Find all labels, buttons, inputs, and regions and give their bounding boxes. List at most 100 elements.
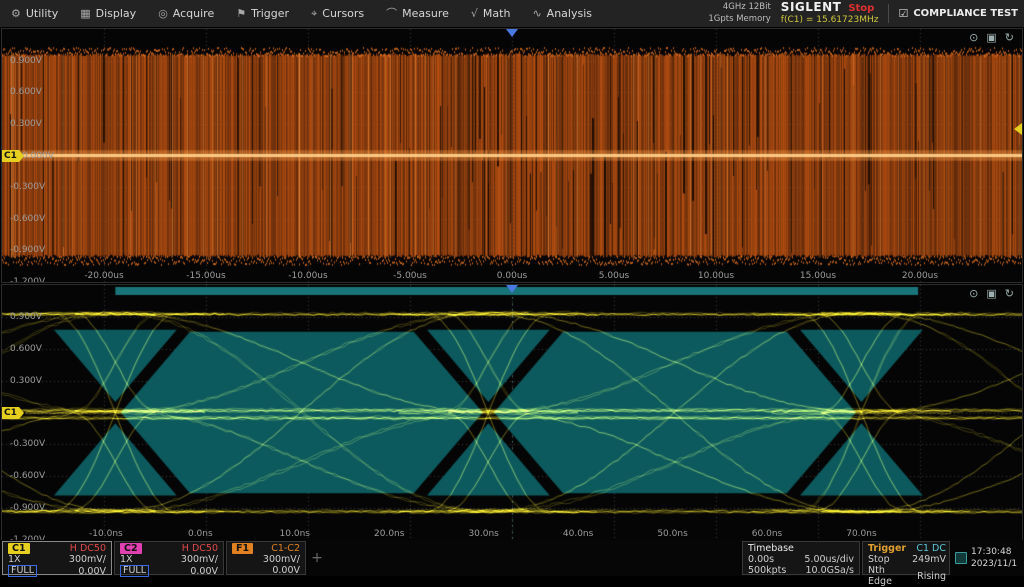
menu-measure[interactable]: ⌒Measure [375, 0, 460, 27]
menu-analysis[interactable]: ∿ Analysis [521, 0, 603, 27]
date-text: 2023/11/1 [971, 559, 1017, 569]
monitor-icon [955, 552, 967, 564]
reset-icon[interactable]: ↻ [1005, 31, 1014, 44]
memory-spec: 1Gpts Memory [708, 14, 770, 25]
c2-bandwidth: FULL [120, 565, 149, 577]
math-f1-box[interactable]: F1 C1-C2 300mV/ 0.00V [226, 541, 306, 575]
checklist-icon: ☑ [898, 7, 908, 20]
x-tick-label: 30.0ns [468, 529, 498, 539]
c1-coupling: H DC50 [43, 543, 106, 554]
c1-channel-marker[interactable]: C1 [2, 407, 19, 419]
acquire-icon: ◎ [158, 8, 168, 19]
add-trace-button[interactable]: + [308, 541, 326, 575]
math-icon: √ [471, 8, 478, 19]
brand-logo: SIGLENT [781, 1, 842, 15]
scope-specs: 4GHz 12Bit 1Gpts Memory [708, 2, 770, 24]
x-tick-label: 5.00us [599, 271, 629, 281]
waveform-canvas[interactable] [2, 29, 1022, 282]
x-tick-label: 0.0ns [188, 529, 213, 539]
acquisition-status[interactable]: Stop [848, 3, 874, 15]
x-tick-label: 20.0ns [374, 529, 404, 539]
c2-chip: C2 [120, 543, 142, 554]
snapshot-icon[interactable]: ⊙ [969, 31, 978, 44]
timebase-delay: 0.00s [748, 554, 794, 565]
f1-source: C1-C2 [259, 543, 300, 554]
y-tick-label: 0.900V [10, 312, 42, 322]
statusbar-spacer [328, 541, 740, 575]
analysis-icon: ∿ [532, 8, 541, 19]
trigger-frequency-readout: f(C1) = 15.61723MHz [781, 15, 879, 25]
panel-toolbar: ⊙ ▣ ↻ [969, 287, 1014, 300]
f1-chip: F1 [232, 543, 253, 554]
timebase-points: 500kpts [748, 565, 794, 576]
x-tick-label: 50.0ns [657, 529, 687, 539]
x-tick-label: -10.00us [288, 271, 327, 281]
menu-label: Acquire [173, 7, 214, 20]
snapshot-icon[interactable]: ⊙ [969, 287, 978, 300]
channel-c1-box[interactable]: C1 H DC50 1X 300mV/ FULL 0.00V [2, 541, 112, 575]
trigger-type: Nth Edge [868, 565, 906, 587]
y-tick-label: -0.900V [10, 503, 45, 513]
menu-utility[interactable]: ⚙ Utility [0, 0, 69, 27]
menu-trigger[interactable]: ⚑Trigger [225, 0, 300, 27]
c1-scale: 300mV/ [43, 554, 106, 565]
c1-channel-marker[interactable]: C1 [2, 150, 19, 162]
trigger-slope: Rising [912, 571, 946, 582]
brand-block: SIGLENT Stop f(C1) = 15.61723MHz [781, 1, 879, 25]
y-tick-label: 0.600V [10, 344, 42, 354]
eye-diagram-panel: 0.900V0.600V0.300V-0.300V-0.600V-0.900V-… [1, 284, 1023, 541]
c2-coupling: H DC50 [155, 543, 218, 554]
compliance-test-button[interactable]: ☑ COMPLIANCE TEST [888, 4, 1018, 23]
menu-label: Utility [26, 7, 58, 20]
menu-cursors[interactable]: ⌖ Cursors [300, 0, 375, 27]
x-tick-label: 40.0ns [563, 529, 593, 539]
display-icon: ▦ [80, 8, 90, 19]
f1-scale: 300mV/ [259, 554, 300, 565]
compliance-test-label: COMPLIANCE TEST [913, 8, 1018, 19]
menu-label: Analysis [547, 7, 592, 20]
fullscreen-icon[interactable]: ▣ [986, 31, 996, 44]
cursors-icon: ⌖ [311, 8, 317, 19]
c2-scale: 300mV/ [155, 554, 218, 565]
x-tick-label: 20.00us [902, 271, 938, 281]
eye-diagram-canvas[interactable] [2, 285, 1022, 540]
c1-chip: C1 [8, 543, 30, 554]
timebase-sample-rate: 10.0GSa/s [800, 565, 854, 576]
y-tick-label: -0.600V [10, 471, 45, 481]
x-tick-label: 10.00us [698, 271, 734, 281]
x-tick-label: -15.00us [186, 271, 225, 281]
time-text: 17:30:48 [971, 547, 1011, 557]
utility-icon: ⚙ [11, 8, 21, 19]
menu-label: Cursors [322, 7, 364, 20]
menubar-right: 4GHz 12Bit 1Gpts Memory SIGLENT Stop f(C… [708, 0, 1024, 27]
menu-items: ⚙ Utility ▦ Display ◎ Acquire ⚑Trigger ⌖ Cursors… [0, 0, 603, 27]
c1-offset: 0.00V [43, 566, 106, 577]
x-tick-label: 15.00us [800, 271, 836, 281]
menu-label: Math [483, 7, 511, 20]
y-tick-label: -0.600V [10, 214, 45, 224]
f1-offset: 0.00V [259, 565, 300, 576]
y-tick-label: -1.200V [10, 277, 45, 283]
reset-icon[interactable]: ↻ [1005, 287, 1014, 300]
timebase-title: Timebase [748, 543, 794, 554]
waveform-panel: 0.900V0.600V0.300V0.000V-0.300V-0.600V-0… [1, 28, 1023, 283]
y-tick-label: 0.300V [10, 119, 42, 129]
trigger-position-marker[interactable] [506, 29, 518, 37]
menu-acquire[interactable]: ◎ Acquire [147, 0, 225, 27]
timebase-box[interactable]: Timebase 0.00s 5.00us/div 500kpts 10.0GS… [742, 541, 860, 575]
panel-toolbar: ⊙ ▣ ↻ [969, 31, 1014, 44]
c1-bandwidth: FULL [8, 565, 37, 577]
fullscreen-icon[interactable]: ▣ [986, 287, 996, 300]
trigger-box[interactable]: Trigger C1 DC Stop 249mV Nth Edge Rising [862, 541, 950, 575]
menu-math[interactable]: √ Math [460, 0, 522, 27]
trigger-position-marker[interactable] [506, 285, 518, 293]
trigger-level-marker[interactable] [1014, 123, 1022, 135]
x-tick-label: 10.0ns [280, 529, 310, 539]
y-tick-label: -0.300V [10, 182, 45, 192]
timebase-scale: 5.00us/div [800, 554, 854, 565]
x-tick-label: 60.0ns [752, 529, 782, 539]
channel-c2-box[interactable]: C2 H DC50 1X 300mV/ FULL 0.00V [114, 541, 224, 575]
menu-display[interactable]: ▦ Display [69, 0, 147, 27]
c2-offset: 0.00V [155, 566, 218, 577]
menu-label: Display [96, 7, 137, 20]
